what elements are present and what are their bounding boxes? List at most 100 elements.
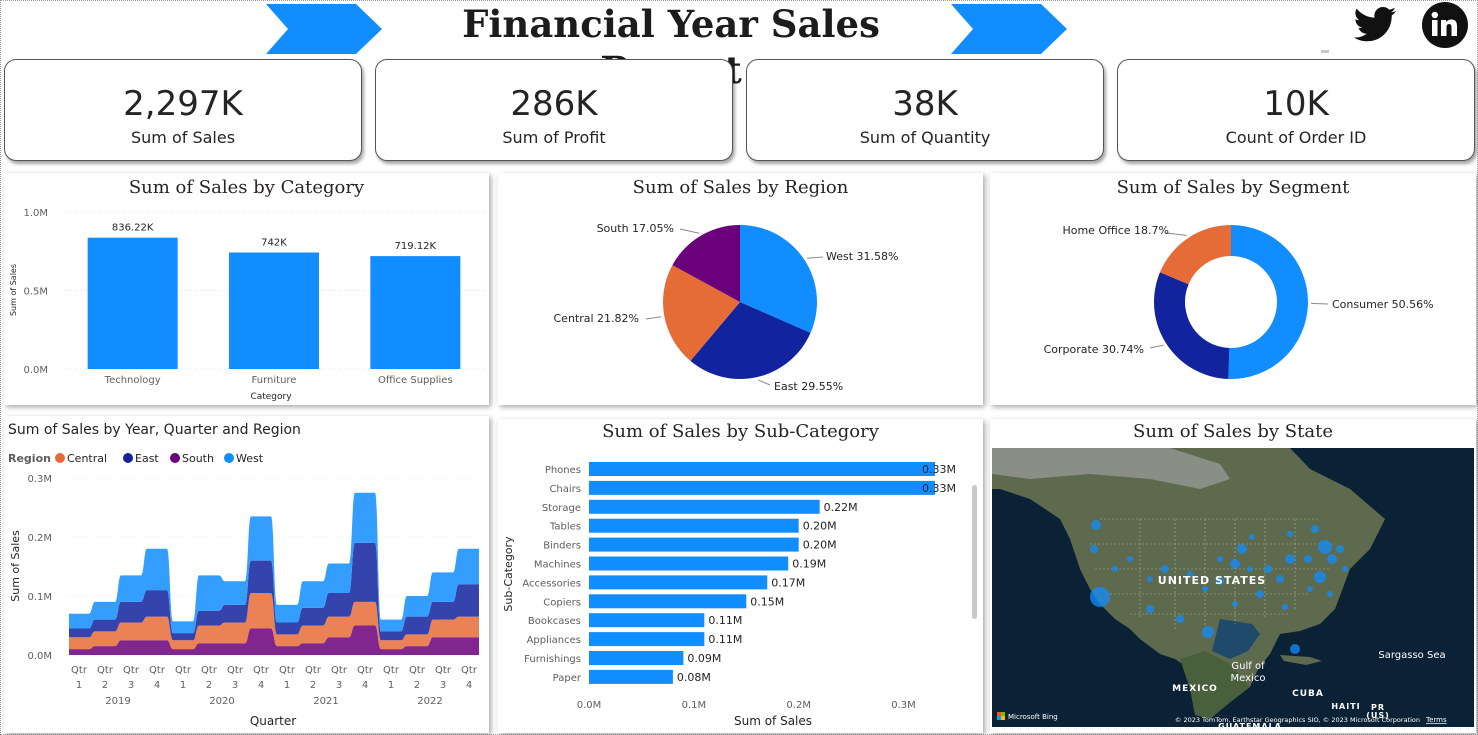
year-label: 2021 [313,696,338,707]
bar [589,669,673,684]
state-bubble-map[interactable]: UNITED STATES Gulf ofMexico MEXICO CUBA HAIT… [990,419,1476,733]
x-tick-label: Qtr [227,665,244,676]
x-tick-label: 1 [180,680,186,691]
twitter-button[interactable] [1349,1,1403,51]
state-bubble [1304,555,1312,563]
legend-label: West [236,452,264,465]
x-tick-label: 0.1M [682,700,707,711]
subcategory-chart-panel[interactable]: Sum of Sales by Sub-Category 0.0M 0.1M 0.2… [498,419,983,733]
map-label: CUBA [1292,689,1324,699]
x-tick-label: Qtr [149,665,166,676]
y-axis-title: Sum of Sales [9,530,22,602]
x-tick-label: Qtr [409,665,426,676]
header-handle [1321,50,1329,53]
state-bubble [1091,520,1101,530]
state-bubble [1247,566,1253,572]
data-label: 0.08M [677,671,711,684]
state-bubble [1256,590,1264,598]
state-bubble [1276,575,1284,583]
bing-logo-square [1001,712,1005,716]
state-bubble [1290,644,1300,654]
x-tick-label: 3 [232,680,238,691]
y-tick-label: Tables [549,522,581,533]
y-tick-label: 0.3M [27,474,52,485]
y-axis-title: Sum of Sales [9,264,18,316]
state-bubble [1127,556,1133,562]
state-bubble [1090,545,1098,553]
slice-label: Corporate 30.74% [1044,343,1144,356]
y-tick-label: Binders [543,541,581,552]
data-label: 0.11M [708,633,742,646]
vertical-scrollbar[interactable] [972,485,977,619]
segment-donut-chart: Consumer 50.56% Corporate 30.74% Home Offi… [1044,224,1434,379]
x-tick-label: 4 [466,680,472,691]
state-bubble [1311,525,1319,533]
x-tick-label: Qtr [461,665,478,676]
data-label: 836.22K [112,223,154,234]
x-tick-label: 1 [388,680,394,691]
state-map-panel[interactable]: Sum of Sales by State UNITED STATES Gulf … [990,419,1476,733]
data-label: 0.20M [803,520,837,533]
y-tick-label: Machines [534,560,581,571]
dashboard-root: Financial Year Sales Report 2,297K Sum o… [0,0,1478,735]
left-chevron-decoration [266,4,382,54]
map-attribution: © 2023 TomTom, Earthstar Geographics SIO… [1175,716,1420,724]
bing-logo-square [997,716,1001,720]
kpi-card-sales: 2,297K Sum of Sales [4,59,362,161]
x-tick-label: 4 [258,680,264,691]
x-tick-label: Qtr [279,665,296,676]
state-bubble [1202,626,1214,638]
legend-label: East [135,452,159,465]
linkedin-icon [1422,2,1468,48]
state-bubble [1230,559,1240,569]
year-label: 2019 [105,696,130,707]
bar [589,613,705,628]
trend-chart-panel[interactable]: Sum of Sales by Year, Quarter and Region… [4,416,489,733]
bar [229,252,319,369]
category-chart-panel[interactable]: Sum of Sales by Category 0.0M 0.5M 1.0M Sum… [4,173,489,405]
x-tick-label: Qtr [201,665,218,676]
kpi-value: 10K [1263,84,1329,124]
data-label: 0.22M [824,501,858,514]
twitter-icon [1353,6,1396,42]
y-tick-label: Storage [542,503,581,514]
map-terms-link: Terms [1425,716,1447,724]
y-tick-label: Chairs [549,484,581,495]
x-tick-label: Qtr [435,665,452,676]
bar [370,256,461,369]
region-pie-chart: West 31.58% East 29.55% Central 21.82% Sout… [554,222,899,393]
x-tick-label: Qtr [97,665,114,676]
data-label: 0.33M [922,463,956,476]
map-label: Mexico [1231,673,1266,684]
x-tick-label: 3 [440,680,446,691]
y-tick-label: 0.5M [23,287,48,298]
pie-slice [1228,225,1308,379]
x-axis-title: Sum of Sales [734,714,812,728]
bar [589,575,768,590]
bar [589,594,747,609]
slice-label: West 31.58% [826,250,898,263]
x-tick-label: 0.0M [577,700,602,711]
data-label: 0.33M [922,482,956,495]
state-bubble [1287,531,1293,537]
x-tick-label: Qtr [331,665,348,676]
subcategory-bar-chart: 0.0M 0.1M 0.2M 0.3M Phones 0.33M Chairs 0.33M St… [502,462,956,728]
state-bubble [1342,566,1348,572]
data-label: 0.09M [687,652,721,665]
x-tick-label: 1 [76,680,82,691]
x-tick-label: 2 [310,680,316,691]
region-chart-panel[interactable]: Sum of Sales by Region West 31.58% East 2… [498,173,983,405]
x-axis-title: Quarter [250,714,296,728]
state-bubble [1176,615,1184,623]
x-tick-label: 2 [206,680,212,691]
data-label: 0.20M [803,539,837,552]
legend-marker [55,453,65,463]
bar [589,499,820,514]
segment-chart-panel[interactable]: Sum of Sales by Segment Consumer 50.56% C… [990,173,1476,405]
map-label: MEXICO [1172,684,1218,694]
leader-line [645,316,662,320]
linkedin-button[interactable] [1419,1,1473,51]
bar [589,651,684,665]
state-bubble [1217,556,1223,562]
y-tick-label: 1.0M [23,208,48,219]
